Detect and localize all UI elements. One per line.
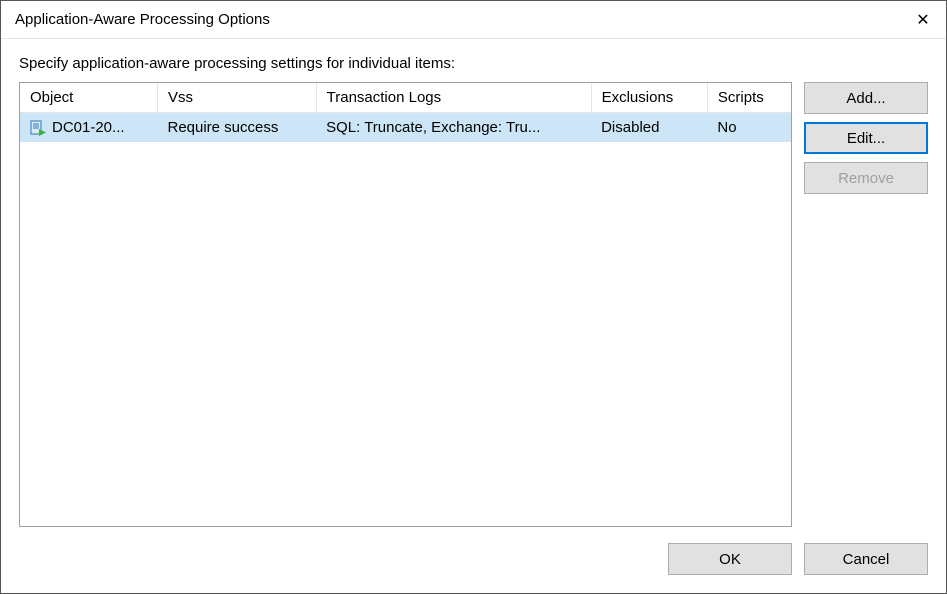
col-object[interactable]: Object	[20, 83, 157, 113]
table-header-row: Object Vss Transaction Logs Exclusions S…	[20, 83, 791, 113]
titlebar: Application-Aware Processing Options ✕	[1, 1, 946, 39]
close-button[interactable]: ✕	[900, 1, 946, 39]
cell-exclusions: Disabled	[591, 113, 707, 143]
items-table: Object Vss Transaction Logs Exclusions S…	[20, 83, 791, 142]
cell-object-text: DC01-20...	[52, 119, 125, 136]
close-icon: ✕	[916, 10, 929, 30]
side-buttons: Add... Edit... Remove	[804, 82, 928, 527]
col-scripts[interactable]: Scripts	[707, 83, 791, 113]
remove-button: Remove	[804, 162, 928, 194]
add-button[interactable]: Add...	[804, 82, 928, 114]
edit-button[interactable]: Edit...	[804, 122, 928, 154]
ok-button[interactable]: OK	[668, 543, 792, 575]
main-area: Object Vss Transaction Logs Exclusions S…	[19, 82, 928, 527]
window-title: Application-Aware Processing Options	[15, 11, 270, 28]
cell-txlogs: SQL: Truncate, Exchange: Tru...	[316, 113, 591, 143]
content-area: Specify application-aware processing set…	[1, 39, 946, 527]
vm-icon	[30, 120, 46, 136]
cell-vss: Require success	[157, 113, 316, 143]
col-txlogs[interactable]: Transaction Logs	[316, 83, 591, 113]
dialog-window: Application-Aware Processing Options ✕ S…	[0, 0, 947, 594]
cancel-button[interactable]: Cancel	[804, 543, 928, 575]
col-vss[interactable]: Vss	[157, 83, 316, 113]
cell-scripts: No	[707, 113, 791, 143]
footer: OK Cancel	[1, 527, 946, 593]
cell-object: DC01-20...	[20, 113, 157, 143]
instruction-text: Specify application-aware processing set…	[19, 55, 928, 72]
col-exclusions[interactable]: Exclusions	[591, 83, 707, 113]
table-row[interactable]: DC01-20... Require success SQL: Truncate…	[20, 113, 791, 143]
items-table-frame: Object Vss Transaction Logs Exclusions S…	[19, 82, 792, 527]
